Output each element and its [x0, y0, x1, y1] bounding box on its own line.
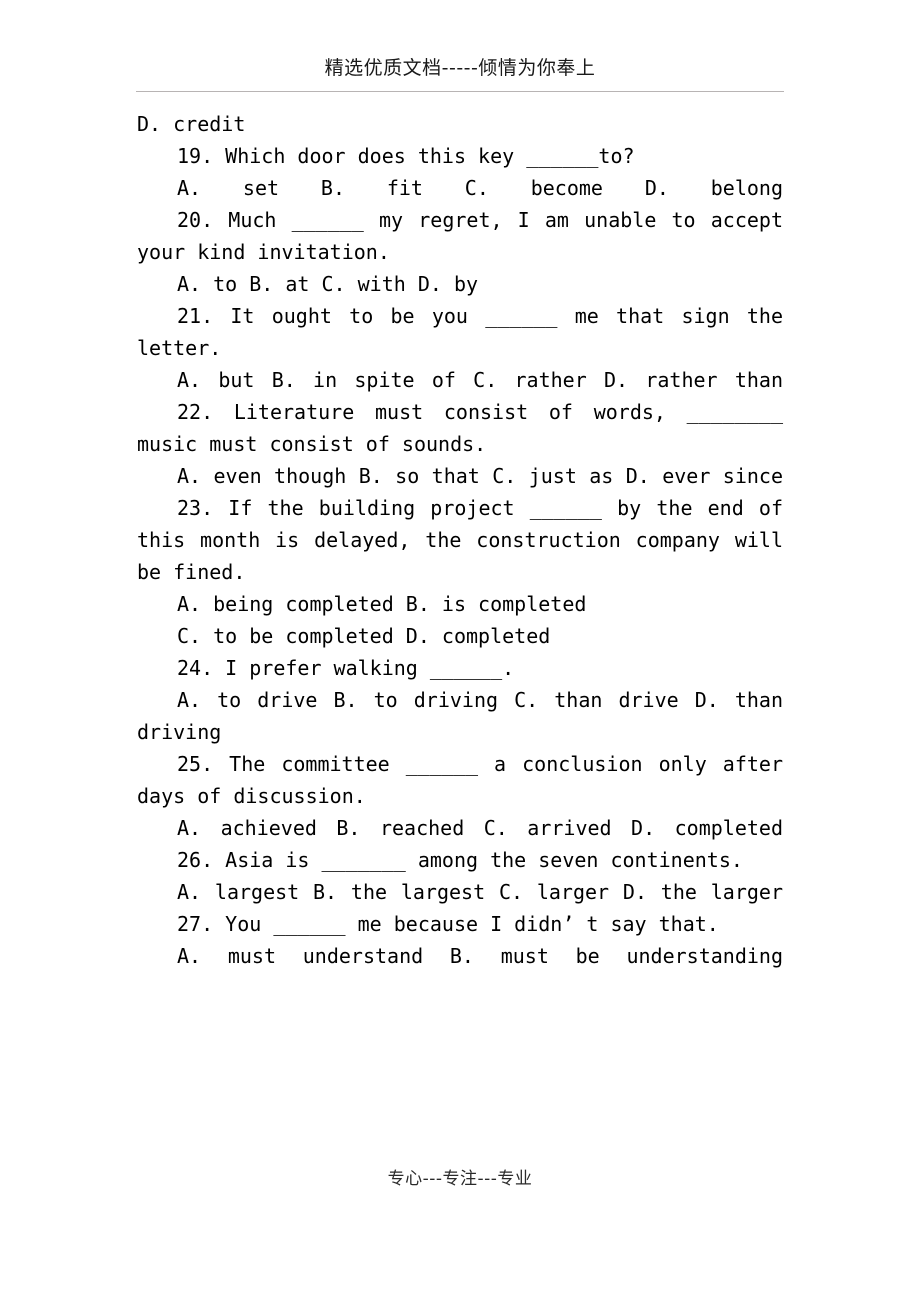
question-stem-20: 20. Much ______ my regret, I am unable t… [137, 208, 783, 264]
header-title: 精选优质文档-----倾情为你奉上 [324, 57, 596, 79]
document-page: 精选优质文档-----倾情为你奉上 D. credit 19. Which do… [0, 0, 920, 1302]
option-line-23-ab: A. being completed B. is completed [177, 592, 587, 616]
header-divider [136, 91, 784, 93]
footer-slogan: 专心---专注---专业 [387, 1169, 533, 1189]
page-header: 精选优质文档-----倾情为你奉上 [136, 56, 784, 80]
option-line-24: A. to drive B. to driving C. than drive … [137, 688, 783, 744]
page-footer: 专心---专注---专业 [136, 1168, 784, 1190]
option-line-21: A. but B. in spite of C. rather D. rathe… [177, 368, 783, 392]
document-body: D. credit 19. Which door does this key _… [137, 108, 783, 972]
question-stem-25: 25. The committee ______ a conclusion on… [137, 752, 783, 808]
question-stem-21: 21. It ought to be you ______ me that si… [137, 304, 783, 360]
option-line-q18-d: D. credit [137, 112, 246, 136]
question-stem-26: 26. Asia is _______ among the seven cont… [177, 848, 743, 872]
option-line-26: A. largest B. the largest C. larger D. t… [177, 880, 783, 904]
question-stem-23: 23. If the building project ______ by th… [137, 496, 783, 584]
option-line-19: A. set B. fit C. become D. belong [177, 176, 783, 200]
option-line-23-cd: C. to be completed D. completed [177, 624, 551, 648]
question-stem-27: 27. You ______ me because I didn’ t say … [177, 912, 719, 936]
question-stem-19: 19. Which door does this key ______to? [177, 144, 635, 168]
question-stem-24: 24. I prefer walking ______. [177, 656, 515, 680]
option-line-25: A. achieved B. reached C. arrived D. com… [177, 816, 783, 840]
option-line-20: A. to B. at C. with D. by [177, 272, 479, 296]
option-line-27: A. must understand B. must be understand… [177, 944, 783, 968]
question-stem-22: 22. Literature must consist of words, __… [137, 400, 783, 456]
option-line-22: A. even though B. so that C. just as D. … [177, 464, 783, 488]
